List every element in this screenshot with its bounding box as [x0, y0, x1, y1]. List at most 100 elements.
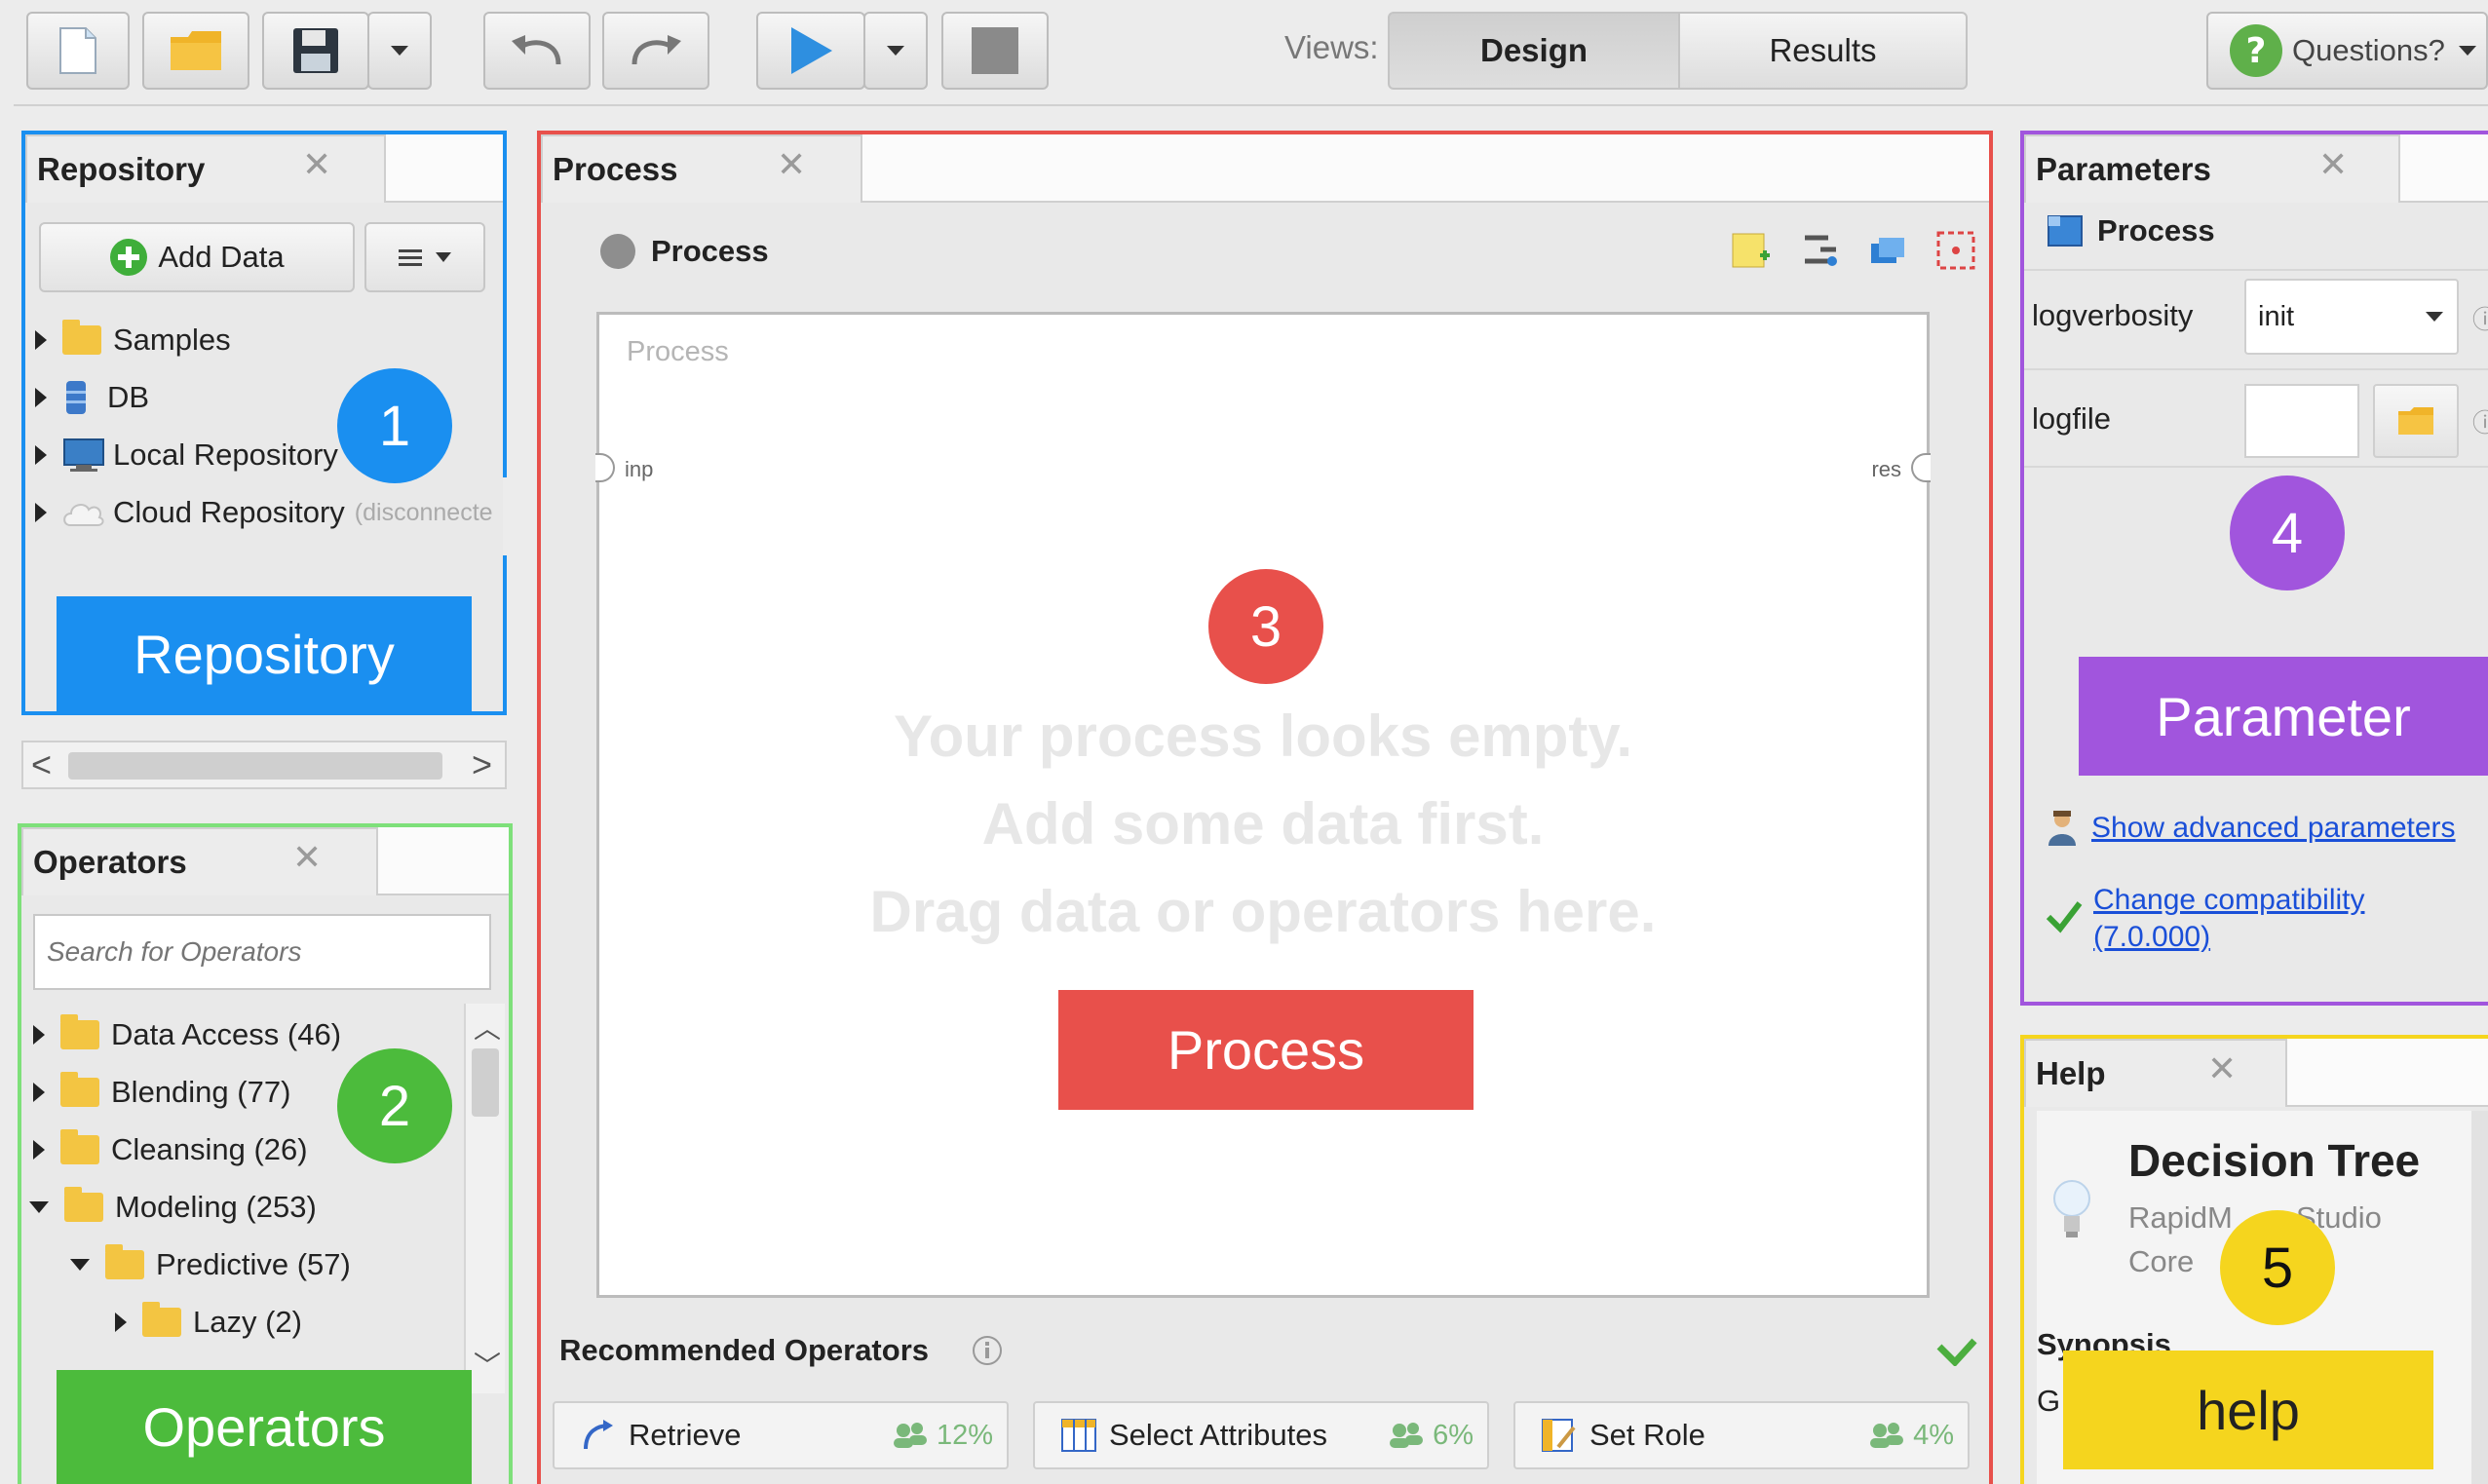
- logfile-input[interactable]: [2244, 384, 2359, 458]
- close-icon[interactable]: ✕: [2318, 144, 2348, 185]
- save-button[interactable]: [262, 12, 369, 90]
- recommended-title-label: Recommended Operators: [559, 1333, 929, 1367]
- operator-group-label: Blending (77): [111, 1075, 291, 1109]
- tab-repository[interactable]: Repository ✕: [25, 134, 386, 203]
- users-icon: [1870, 1423, 1904, 1448]
- new-process-button[interactable]: [26, 12, 130, 90]
- expand-icon[interactable]: [35, 388, 47, 407]
- show-advanced-parameters-link[interactable]: Show advanced parameters: [2045, 809, 2456, 848]
- input-port[interactable]: [595, 453, 615, 482]
- auto-arrange-icon[interactable]: [1935, 230, 1976, 271]
- close-icon[interactable]: ✕: [292, 837, 322, 878]
- repo-item-samples[interactable]: Samples: [35, 315, 231, 365]
- compat-version-label[interactable]: (7.0.000): [2093, 919, 2364, 956]
- scroll-down-icon[interactable]: ﹀: [474, 1345, 501, 1384]
- add-note-icon[interactable]: [1731, 230, 1772, 271]
- repo-item-db[interactable]: DB: [35, 372, 149, 423]
- input-port-label: inp: [625, 457, 654, 481]
- operator-group-label: Lazy (2): [193, 1305, 302, 1339]
- output-port-label: res: [1871, 457, 1901, 481]
- redo-icon: [632, 35, 681, 65]
- panel-badge-3: 3: [1208, 569, 1323, 684]
- operators-vscrollbar[interactable]: ︿ ﹀: [464, 1004, 505, 1393]
- toolbar-separator: [14, 104, 2488, 106]
- scrollbar-thumb[interactable]: [68, 752, 442, 780]
- tab-design[interactable]: Design: [1388, 12, 1680, 90]
- recommended-select-attributes-button[interactable]: Select Attributes 6%: [1033, 1401, 1489, 1469]
- recommended-label: Select Attributes: [1109, 1418, 1328, 1452]
- repository-hscrollbar[interactable]: < >: [21, 741, 507, 789]
- recommended-operators-title: Recommended Operators: [559, 1333, 1003, 1368]
- run-button[interactable]: [756, 12, 865, 90]
- change-compatibility-link[interactable]: Change compatibility (7.0.000): [2045, 882, 2364, 956]
- questions-button[interactable]: ? Questions?: [2206, 12, 2488, 90]
- output-port[interactable]: [1911, 453, 1931, 482]
- info-icon[interactable]: ⓘ: [2472, 300, 2488, 336]
- expand-icon[interactable]: [33, 1083, 45, 1102]
- check-icon[interactable]: [1935, 1337, 1978, 1366]
- help-vscrollbar[interactable]: [2471, 1111, 2488, 1484]
- operator-group-predictive[interactable]: Predictive (57): [70, 1239, 351, 1290]
- database-icon: [66, 381, 86, 414]
- close-icon[interactable]: ✕: [777, 144, 806, 185]
- process-canvas[interactable]: Process inp res Your process looks empty…: [595, 312, 1931, 1298]
- save-dropdown-button[interactable]: [367, 12, 432, 90]
- tab-process[interactable]: Process ✕: [541, 134, 862, 203]
- tab-help[interactable]: Help ✕: [2024, 1039, 2287, 1107]
- compat-link-label[interactable]: Change compatibility: [2093, 882, 2364, 919]
- tab-strip-empty: [862, 134, 1989, 203]
- expand-icon[interactable]: [35, 330, 47, 350]
- repo-item-label: Local Repository: [113, 438, 338, 472]
- info-icon[interactable]: ⓘ: [2472, 403, 2488, 439]
- collapse-icon[interactable]: [29, 1201, 49, 1213]
- questions-label: Questions?: [2292, 33, 2445, 67]
- tab-parameters[interactable]: Parameters ✕: [2024, 134, 2400, 203]
- collapse-icon[interactable]: [70, 1259, 90, 1271]
- logverbosity-select[interactable]: init: [2244, 279, 2459, 355]
- close-icon[interactable]: ✕: [302, 144, 331, 185]
- add-data-button[interactable]: Add Data: [39, 222, 355, 292]
- scroll-up-icon[interactable]: ︿: [474, 1008, 501, 1046]
- close-icon[interactable]: ✕: [2207, 1048, 2237, 1089]
- operator-group-cleansing[interactable]: Cleansing (26): [33, 1124, 308, 1175]
- scroll-left-icon[interactable]: <: [31, 744, 52, 785]
- panel-badge-4: 4: [2230, 476, 2345, 590]
- help-subtitle: RapidM: [2128, 1200, 2233, 1235]
- layers-icon[interactable]: [1867, 230, 1908, 271]
- stop-button[interactable]: [941, 12, 1049, 90]
- operator-group-modeling[interactable]: Modeling (253): [29, 1182, 317, 1233]
- process-breadcrumb[interactable]: Process: [598, 232, 769, 271]
- repository-menu-button[interactable]: [364, 222, 485, 292]
- tab-results[interactable]: Results: [1678, 12, 1968, 90]
- expand-icon[interactable]: [115, 1313, 127, 1332]
- auto-wire-icon[interactable]: [1799, 230, 1840, 271]
- help-overlay-label: help: [2063, 1351, 2433, 1469]
- recommended-retrieve-button[interactable]: Retrieve 12%: [553, 1401, 1009, 1469]
- scrollbar-thumb[interactable]: [472, 1048, 499, 1117]
- operator-group-lazy[interactable]: Lazy (2): [115, 1297, 302, 1348]
- repo-item-label: Cloud Repository: [113, 495, 345, 529]
- info-icon[interactable]: [972, 1335, 1003, 1366]
- redo-button[interactable]: [602, 12, 709, 90]
- expand-icon[interactable]: [33, 1025, 45, 1045]
- cloud-icon: [63, 504, 104, 526]
- recommended-set-role-button[interactable]: Set Role 4%: [1513, 1401, 1970, 1469]
- scroll-right-icon[interactable]: >: [472, 744, 492, 785]
- tab-operators[interactable]: Operators ✕: [21, 827, 378, 895]
- run-dropdown-button[interactable]: [863, 12, 928, 90]
- expand-icon[interactable]: [35, 445, 47, 465]
- operator-search-input[interactable]: [33, 914, 491, 990]
- operator-group-data-access[interactable]: Data Access (46): [33, 1009, 341, 1060]
- undo-button[interactable]: [483, 12, 591, 90]
- advanced-link-label[interactable]: Show advanced parameters: [2091, 812, 2456, 845]
- operator-group-blending[interactable]: Blending (77): [33, 1067, 290, 1118]
- expand-icon[interactable]: [35, 503, 47, 522]
- expand-icon[interactable]: [33, 1140, 45, 1160]
- recommended-label: Retrieve: [629, 1418, 742, 1452]
- repo-item-local-repository[interactable]: Local Repository: [35, 430, 338, 480]
- save-icon: [293, 28, 338, 73]
- browse-file-button[interactable]: [2373, 384, 2459, 458]
- repo-item-cloud-repository[interactable]: Cloud Repository (disconnecte: [35, 487, 493, 538]
- open-button[interactable]: [142, 12, 249, 90]
- check-icon: [2046, 901, 2083, 933]
